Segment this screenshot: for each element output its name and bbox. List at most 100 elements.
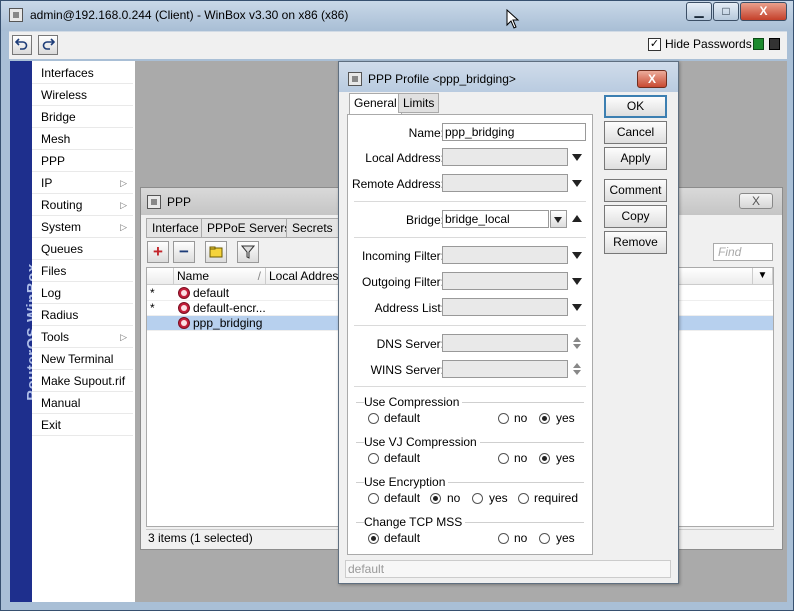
sidebar-item-tools[interactable]: Tools ▷ bbox=[32, 326, 133, 348]
address-list-input[interactable] bbox=[442, 298, 568, 316]
change-tcp-mss-title: Change TCP MSS bbox=[364, 515, 466, 529]
sidebar-item-log[interactable]: Log bbox=[32, 282, 133, 304]
sidebar-item-queues[interactable]: Queues bbox=[32, 238, 133, 260]
sidebar-item-files[interactable]: Files bbox=[32, 260, 133, 282]
tab-interface[interactable]: Interface bbox=[146, 218, 205, 238]
ppp-profile-icon bbox=[178, 287, 190, 299]
apply-button[interactable]: Apply bbox=[604, 147, 667, 170]
flag-column-header[interactable] bbox=[147, 268, 174, 285]
compression-no-label: no bbox=[514, 411, 528, 425]
ppp-profile-icon bbox=[178, 317, 190, 329]
sidebar-item-label: Radius bbox=[41, 308, 79, 322]
ppp-window-title: PPP bbox=[167, 195, 192, 209]
compression-default-radio[interactable] bbox=[368, 413, 379, 424]
sidebar-item-label: Mesh bbox=[41, 132, 71, 146]
tab-general[interactable]: General bbox=[349, 93, 402, 115]
bridge-collapse-icon[interactable] bbox=[572, 215, 582, 222]
sidebar-item-label: Files bbox=[41, 264, 67, 278]
window-icon bbox=[147, 195, 161, 209]
sidebar-item-wireless[interactable]: Wireless bbox=[32, 84, 133, 106]
sidebar-item-exit[interactable]: Exit bbox=[32, 414, 133, 436]
sidebar-item-label: Log bbox=[41, 286, 62, 300]
tab-secrets[interactable]: Secrets bbox=[286, 218, 339, 238]
incoming-filter-input[interactable] bbox=[442, 246, 568, 264]
main-title-bar[interactable]: admin@192.168.0.244 (Client) - WinBox v3… bbox=[1, 1, 793, 31]
dns-server-spin-icon[interactable] bbox=[573, 337, 582, 350]
encryption-yes-radio[interactable] bbox=[472, 493, 483, 504]
sidebar-item-manual[interactable]: Manual bbox=[32, 392, 133, 414]
ok-button[interactable]: OK bbox=[604, 95, 667, 118]
bridge-dropdown-button[interactable] bbox=[550, 210, 567, 228]
secure-lock-icon bbox=[753, 38, 764, 50]
sidebar-item-system[interactable]: System ▷ bbox=[32, 216, 133, 238]
vj-yes-label: yes bbox=[556, 451, 575, 465]
address-list-dropdown-icon[interactable] bbox=[572, 304, 582, 311]
comment-button[interactable]: Comment bbox=[604, 179, 667, 202]
row-name: default bbox=[193, 286, 230, 300]
redo-button[interactable] bbox=[38, 35, 58, 55]
use-encryption-title: Use Encryption bbox=[364, 475, 449, 489]
compression-no-radio[interactable] bbox=[498, 413, 509, 424]
dialog-title-bar[interactable]: PPP Profile <ppp_bridging> bbox=[339, 62, 678, 92]
remote-address-input[interactable] bbox=[442, 174, 568, 192]
remote-address-dropdown-icon[interactable] bbox=[572, 180, 582, 187]
tab-limits[interactable]: Limits bbox=[398, 93, 440, 113]
sidebar-item-ppp[interactable]: PPP bbox=[32, 150, 133, 172]
ppp-close-button[interactable]: X bbox=[739, 193, 773, 209]
vj-yes-radio[interactable] bbox=[539, 453, 550, 464]
dns-server-input[interactable] bbox=[442, 334, 568, 352]
columns-dropdown-icon[interactable]: ▼ bbox=[753, 268, 773, 285]
name-input[interactable]: ppp_bridging bbox=[442, 123, 586, 141]
column-header-name[interactable]: Name / bbox=[174, 268, 266, 285]
remove-button[interactable]: − bbox=[173, 241, 195, 263]
encryption-no-label: no bbox=[447, 491, 461, 505]
tcp-mss-yes-radio[interactable] bbox=[539, 533, 550, 544]
minimize-button[interactable]: ▁ bbox=[686, 2, 712, 21]
sidebar-item-new-terminal[interactable]: New Terminal bbox=[32, 348, 133, 370]
submenu-arrow-icon: ▷ bbox=[120, 332, 127, 342]
outgoing-filter-input[interactable] bbox=[442, 272, 568, 290]
tcp-mss-default-radio[interactable] bbox=[368, 533, 379, 544]
local-address-dropdown-icon[interactable] bbox=[572, 154, 582, 161]
local-address-input[interactable] bbox=[442, 148, 568, 166]
encryption-default-radio[interactable] bbox=[368, 493, 379, 504]
find-input[interactable]: Find bbox=[713, 243, 773, 261]
filter-button[interactable] bbox=[237, 241, 259, 263]
copy-button[interactable]: Copy bbox=[604, 205, 667, 228]
comment-button[interactable] bbox=[205, 241, 227, 263]
separator bbox=[354, 325, 586, 326]
vj-no-radio[interactable] bbox=[498, 453, 509, 464]
sidebar-item-label: PPP bbox=[41, 154, 66, 168]
wins-server-spin-icon[interactable] bbox=[573, 363, 582, 376]
undo-button[interactable] bbox=[12, 35, 32, 55]
tab-pppoe-servers[interactable]: PPPoE Servers bbox=[201, 218, 297, 238]
sidebar-item-bridge[interactable]: Bridge bbox=[32, 106, 133, 128]
remove-button[interactable]: Remove bbox=[604, 231, 667, 254]
encryption-required-radio[interactable] bbox=[518, 493, 529, 504]
hide-passwords-label: Hide Passwords bbox=[665, 37, 752, 51]
sidebar-item-ip[interactable]: IP ▷ bbox=[32, 172, 133, 194]
sidebar-item-interfaces[interactable]: Interfaces bbox=[32, 62, 133, 84]
bridge-select[interactable]: bridge_local bbox=[442, 210, 549, 228]
sidebar-item-make-supout[interactable]: Make Supout.rif bbox=[32, 370, 133, 392]
sidebar-item-mesh[interactable]: Mesh bbox=[32, 128, 133, 150]
encryption-no-radio[interactable] bbox=[430, 493, 441, 504]
outgoing-filter-dropdown-icon[interactable] bbox=[572, 278, 582, 285]
maximize-button[interactable]: □ bbox=[713, 2, 739, 21]
sidebar-item-label: New Terminal bbox=[41, 352, 114, 366]
tcp-mss-default-label: default bbox=[384, 531, 421, 545]
submenu-arrow-icon: ▷ bbox=[120, 178, 127, 188]
tcp-mss-no-radio[interactable] bbox=[498, 533, 509, 544]
add-button[interactable]: + bbox=[147, 241, 169, 263]
incoming-filter-dropdown-icon[interactable] bbox=[572, 252, 582, 259]
compression-yes-radio[interactable] bbox=[539, 413, 550, 424]
wins-server-input[interactable] bbox=[442, 360, 568, 378]
vj-default-radio[interactable] bbox=[368, 453, 379, 464]
dialog-close-button[interactable]: X bbox=[637, 70, 667, 88]
sidebar-item-radius[interactable]: Radius bbox=[32, 304, 133, 326]
column-header-label: Name bbox=[177, 269, 210, 283]
close-button[interactable]: X bbox=[740, 2, 787, 21]
sidebar-item-routing[interactable]: Routing ▷ bbox=[32, 194, 133, 216]
hide-passwords-checkbox[interactable]: ✓ bbox=[648, 38, 661, 51]
cancel-button[interactable]: Cancel bbox=[604, 121, 667, 144]
